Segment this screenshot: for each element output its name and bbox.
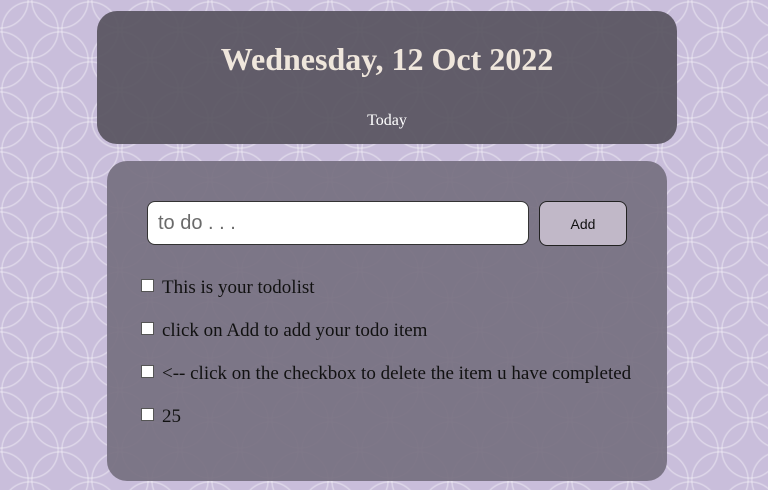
todo-item-text: click on Add to add your todo item (162, 320, 428, 341)
todo-item-text: <-- click on the checkbox to delete the … (162, 363, 632, 384)
todo-item: <-- click on the checkbox to delete the … (137, 362, 637, 385)
current-date: Wednesday, 12 Oct 2022 (220, 41, 554, 77)
todo-list: This is your todolist click on Add to ad… (137, 276, 637, 448)
todo-checkbox[interactable] (141, 365, 154, 378)
todo-item-text: This is your todolist (162, 277, 315, 298)
todo-card: Add This is your todolist click on Add t… (107, 161, 667, 481)
todo-checkbox[interactable] (141, 322, 154, 335)
today-label: Today (367, 112, 407, 129)
todo-item: click on Add to add your todo item (137, 319, 637, 342)
todo-checkbox[interactable] (141, 279, 154, 292)
todo-item-text: 25 (162, 406, 181, 427)
todo-item: 25 (137, 405, 637, 428)
todo-input[interactable] (147, 201, 529, 245)
date-header-card: Wednesday, 12 Oct 2022 Today (97, 11, 677, 144)
add-button[interactable]: Add (539, 201, 627, 246)
todo-item: This is your todolist (137, 276, 637, 299)
todo-checkbox[interactable] (141, 408, 154, 421)
